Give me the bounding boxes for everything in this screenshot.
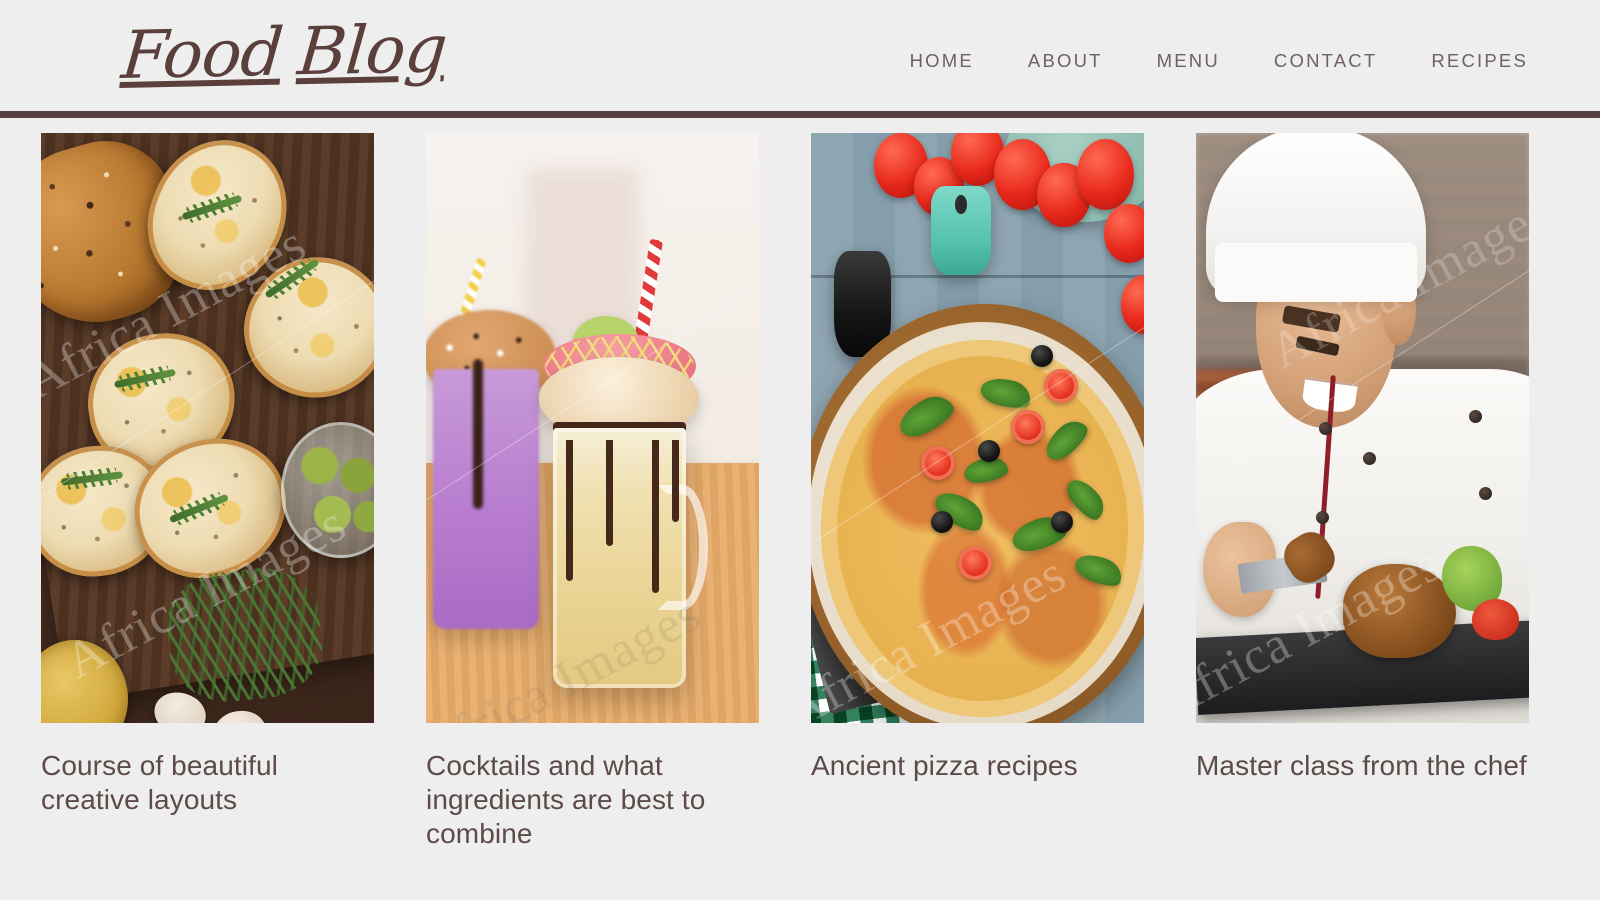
jacket-button xyxy=(1315,510,1329,524)
logo-word-blog: Blog xyxy=(295,10,450,91)
article-title[interactable]: Ancient pizza recipes xyxy=(811,749,1144,783)
black-olive xyxy=(1050,510,1073,533)
nav-item-about[interactable]: ABOUT xyxy=(1001,48,1130,74)
article-thumbnail-pizza[interactable]: Africa Images xyxy=(811,133,1144,723)
tomato-slice xyxy=(957,546,992,580)
tomato-slice xyxy=(1044,369,1079,403)
cherry-tomato xyxy=(1077,138,1134,210)
rosemary-sprig xyxy=(60,471,124,486)
chef-toque-hat xyxy=(1205,133,1426,302)
black-olive xyxy=(977,439,1000,462)
article-thumbnail-chef[interactable]: Africa Images Africa Images xyxy=(1196,133,1529,723)
article-card[interactable]: Africa Images Africa Images Course of be… xyxy=(41,133,374,874)
grilled-meat xyxy=(1342,563,1456,659)
photo-milkshakes xyxy=(426,133,759,723)
olive-bowl xyxy=(280,422,374,558)
black-olive xyxy=(930,510,953,533)
nav-item-home[interactable]: HOME xyxy=(883,48,1001,74)
header-divider xyxy=(0,111,1600,118)
main-navigation: HOME ABOUT MENU CONTACT RECIPES xyxy=(883,48,1528,74)
chocolate-drip xyxy=(652,439,660,594)
nav-item-recipes[interactable]: RECIPES xyxy=(1404,48,1528,74)
jacket-button xyxy=(1479,487,1493,500)
article-thumbnail-bruschetta[interactable]: Africa Images Africa Images xyxy=(41,133,374,723)
article-title[interactable]: Course of beautiful creative layouts xyxy=(41,749,374,817)
nav-item-contact[interactable]: CONTACT xyxy=(1247,48,1404,74)
article-thumbnail-cocktails[interactable]: Africa Images xyxy=(426,133,759,723)
tomato-wedge xyxy=(1472,599,1519,641)
site-header: Food Blog HOME ABOUT MENU CONTACT RECIPES xyxy=(0,0,1600,118)
jar-handle xyxy=(657,485,709,610)
article-card[interactable]: Africa Images Africa Images Master class… xyxy=(1196,133,1529,874)
tomato-slice xyxy=(920,445,955,480)
photo-pizza xyxy=(811,133,1144,723)
tomato-slice xyxy=(1010,410,1045,445)
chocolate-drip xyxy=(565,439,573,582)
chocolate-drip xyxy=(672,439,680,523)
article-card[interactable]: Africa Images Ancient pizza recipes xyxy=(811,133,1144,874)
article-card[interactable]: Africa Images Cocktails and what ingredi… xyxy=(426,133,759,874)
site-logo[interactable]: Food Blog xyxy=(118,1,450,104)
nav-item-menu[interactable]: MENU xyxy=(1130,48,1247,74)
chocolate-drip xyxy=(605,439,613,546)
article-title[interactable]: Master class from the chef xyxy=(1196,749,1529,783)
article-card-grid: Africa Images Africa Images Course of be… xyxy=(0,133,1600,874)
garlic-clove xyxy=(211,707,269,723)
cherry-tomato xyxy=(1104,203,1144,263)
photo-chef xyxy=(1196,133,1529,723)
milkshake-purple xyxy=(432,369,540,629)
logo-word-food: Food xyxy=(118,13,286,94)
black-olive xyxy=(1030,345,1053,368)
pepper-mill-teal xyxy=(930,186,991,275)
photo-bruschetta xyxy=(41,133,374,723)
jacket-button xyxy=(1362,451,1376,465)
pizza-toppings xyxy=(837,356,1127,701)
article-title[interactable]: Cocktails and what ingredients are best … xyxy=(426,749,759,851)
cherry-tomato xyxy=(1120,274,1144,334)
